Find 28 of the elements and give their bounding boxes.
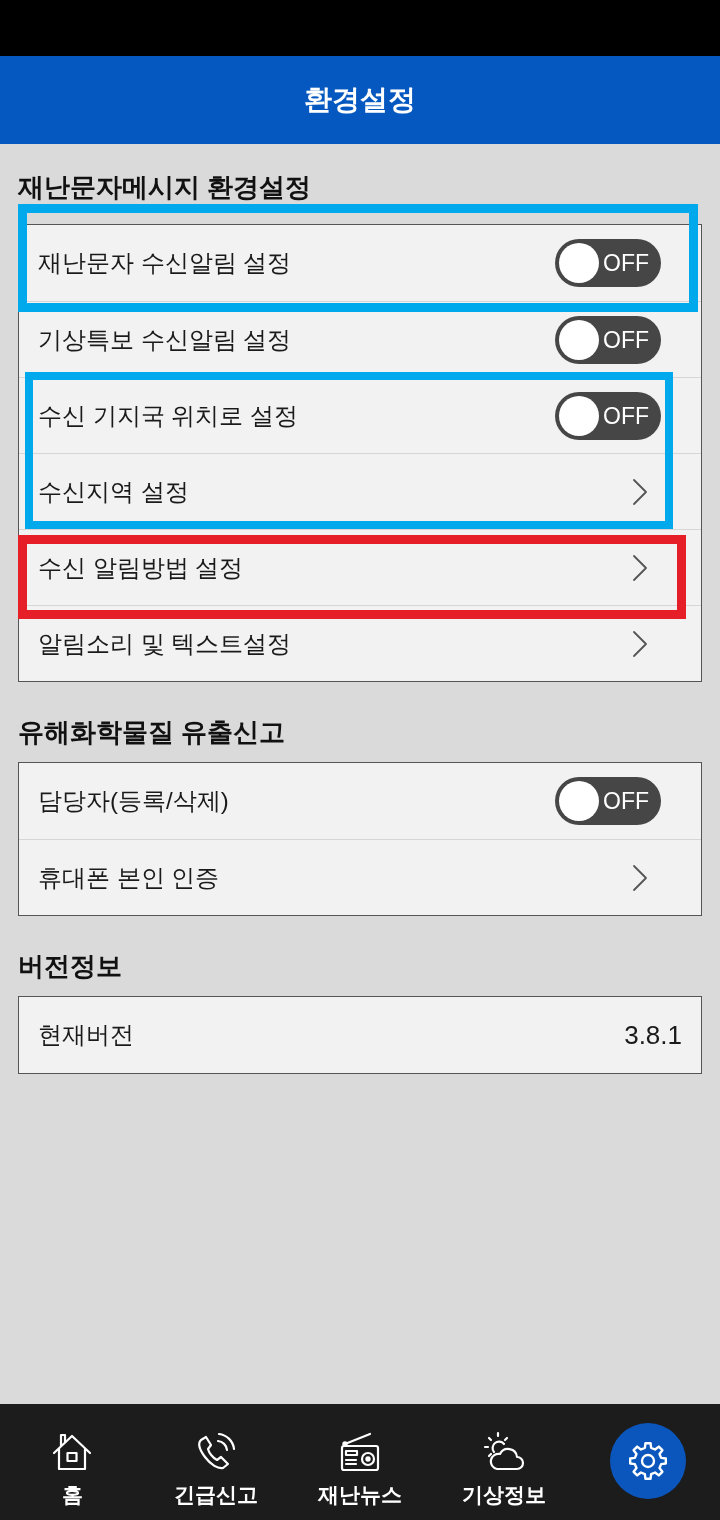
setting-label: 수신 기지국 위치로 설정 <box>38 400 298 431</box>
chevron-right-icon <box>632 553 648 582</box>
toggle-knob <box>559 781 599 821</box>
chevron-right-icon <box>632 477 648 506</box>
setting-label: 담당자(등록/삭제) <box>38 786 229 816</box>
nav-button[interactable]: 긴급신고 <box>174 1430 258 1508</box>
section-heading: 재난문자메시지 환경설정 <box>18 172 313 202</box>
toggle-switch[interactable]: OFF <box>555 239 661 287</box>
settings-icon <box>626 1439 670 1483</box>
version-value: 3.8.1 <box>624 1020 682 1050</box>
page-title: 환경설정 <box>304 83 416 117</box>
toggle-knob <box>559 395 599 436</box>
setting-label: 재난문자 수신알림 설정 <box>38 248 292 278</box>
nav-button[interactable]: 재난뉴스 <box>318 1430 402 1508</box>
nav-button[interactable]: 홈 <box>50 1430 94 1508</box>
section-heading: 유해화학물질 유출신고 <box>18 717 287 747</box>
toggle-knob <box>559 319 599 360</box>
setting-label: 기상특보 수신알림 설정 <box>38 324 292 355</box>
chevron-right-icon <box>632 863 648 892</box>
chevron-right-icon <box>632 629 648 658</box>
toggle-switch[interactable]: OFF <box>555 315 661 364</box>
toggle-switch[interactable]: OFF <box>555 777 661 825</box>
radio-icon <box>338 1430 382 1474</box>
nav-button[interactable]: 기상정보 <box>462 1430 546 1508</box>
toggle-knob <box>559 243 599 283</box>
setting-label: 현재버전 <box>38 1020 134 1050</box>
section-heading: 버전정보 <box>18 951 123 981</box>
toggle-switch[interactable]: OFF <box>555 391 661 440</box>
